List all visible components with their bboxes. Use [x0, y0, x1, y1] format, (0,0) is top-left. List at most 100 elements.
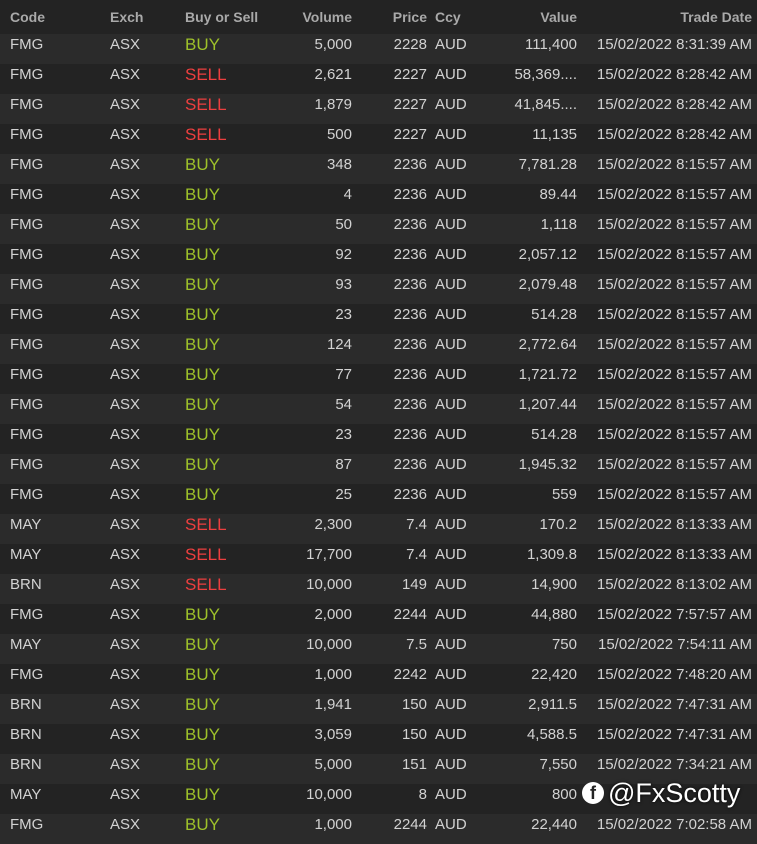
cell-side: BUY	[185, 815, 220, 834]
cell-trade-date: 15/02/2022 7:57:57 AM	[596, 606, 752, 623]
cell-volume: 93	[335, 276, 352, 293]
cell-value: 170.2	[539, 516, 577, 533]
cell-ccy: AUD	[435, 576, 467, 593]
cell-price: 2236	[393, 336, 427, 353]
cell-code: FMG	[10, 366, 44, 383]
cell-volume: 10,000	[306, 576, 352, 593]
cell-exch: ASX	[110, 396, 141, 413]
trades-grid: Code Exch Buy or Sell Volume Price Ccy V…	[0, 0, 757, 844]
cell-trade-date: 15/02/2022 8:15:57 AM	[596, 276, 752, 293]
cell-side: BUY	[185, 485, 220, 504]
cell-code: FMG	[10, 36, 44, 53]
cell-side: SELL	[185, 95, 227, 114]
cell-ccy: AUD	[435, 96, 467, 113]
cell-value: 2,057.12	[518, 246, 577, 263]
cell-value: 22,420	[531, 666, 577, 683]
col-header-ccy[interactable]: Ccy	[435, 0, 461, 34]
cell-code: MAY	[10, 546, 42, 563]
col-header-volume[interactable]: Volume	[302, 0, 352, 34]
cell-code: FMG	[10, 306, 44, 323]
cell-exch: ASX	[110, 546, 141, 563]
cell-side: SELL	[185, 545, 227, 564]
cell-price: 2236	[393, 246, 427, 263]
cell-side: BUY	[185, 155, 220, 174]
cell-exch: ASX	[110, 456, 141, 473]
cell-price: 2236	[393, 276, 427, 293]
cell-trade-date: 15/02/2022 8:15:57 AM	[596, 396, 752, 413]
cell-ccy: AUD	[435, 156, 467, 173]
cell-ccy: AUD	[435, 66, 467, 83]
cell-side: BUY	[185, 425, 220, 444]
cell-exch: ASX	[110, 156, 141, 173]
cell-price: 2228	[393, 36, 427, 53]
col-header-side[interactable]: Buy or Sell	[185, 0, 258, 34]
cell-volume: 3,059	[314, 726, 352, 743]
cell-price: 150	[401, 696, 427, 713]
cell-volume: 10,000	[306, 786, 352, 803]
cell-code: FMG	[10, 336, 44, 353]
cell-value: 11,135	[532, 126, 577, 143]
cell-ccy: AUD	[435, 36, 467, 53]
cell-volume: 25	[335, 486, 352, 503]
cell-exch: ASX	[110, 246, 141, 263]
cell-volume: 4	[343, 186, 352, 203]
cell-value: 4,588.5	[526, 726, 577, 743]
cell-ccy: AUD	[435, 186, 467, 203]
cell-price: 2236	[393, 306, 427, 323]
cell-side: BUY	[185, 635, 220, 654]
cell-value: 559	[551, 486, 577, 503]
col-header-code[interactable]: Code	[10, 0, 45, 34]
cell-trade-date: 15/02/2022 8:28:42 AM	[596, 66, 752, 83]
cell-volume: 50	[335, 216, 352, 233]
cell-trade-date: 15/02/2022 8:31:39 AM	[596, 36, 752, 53]
cell-ccy: AUD	[435, 336, 467, 353]
cell-side: SELL	[185, 65, 227, 84]
cell-value: 2,911.5	[528, 696, 577, 713]
col-header-value[interactable]: Value	[540, 0, 577, 34]
cell-trade-date: 15/02/2022 8:28:42 AM	[596, 126, 752, 143]
cell-value: 750	[551, 636, 577, 653]
cell-exch: ASX	[110, 306, 141, 323]
cell-value: 89.44	[539, 186, 577, 203]
cell-ccy: AUD	[435, 126, 467, 143]
cell-exch: ASX	[110, 96, 141, 113]
cell-volume: 2,300	[314, 516, 352, 533]
cell-trade-date: 15/02/2022 8:13:33 AM	[596, 546, 752, 563]
cell-code: FMG	[10, 66, 44, 83]
table-row[interactable]: FMG ASX BUY 1,000 2244 AUD 22,440 15/02/2022 7:…	[0, 814, 757, 844]
cell-code: FMG	[10, 186, 44, 203]
cell-exch: ASX	[110, 426, 141, 443]
cell-code: FMG	[10, 486, 44, 503]
cell-price: 2236	[393, 186, 427, 203]
cell-volume: 10,000	[306, 636, 352, 653]
col-header-price[interactable]: Price	[393, 0, 427, 34]
cell-ccy: AUD	[435, 246, 467, 263]
cell-side: BUY	[185, 455, 220, 474]
cell-value: 514.28	[531, 426, 577, 443]
cell-side: BUY	[185, 215, 220, 234]
cell-price: 2227	[393, 66, 427, 83]
cell-trade-date: 15/02/2022 8:15:57 AM	[596, 366, 752, 383]
watermark: f @FxScotty	[582, 776, 740, 810]
cell-exch: ASX	[110, 336, 141, 353]
cell-exch: ASX	[110, 66, 141, 83]
cell-ccy: AUD	[435, 486, 467, 503]
cell-value: 44,880	[531, 606, 577, 623]
cell-ccy: AUD	[435, 786, 467, 803]
cell-volume: 1,941	[314, 696, 352, 713]
cell-value: 2,079.48	[518, 276, 577, 293]
cell-volume: 5,000	[314, 36, 352, 53]
cell-code: FMG	[10, 426, 44, 443]
cell-trade-date: 15/02/2022 7:47:31 AM	[596, 696, 752, 713]
cell-value: 58,369....	[514, 66, 577, 83]
cell-trade-date: 15/02/2022 8:15:57 AM	[596, 336, 752, 353]
cell-code: FMG	[10, 96, 44, 113]
col-header-exch[interactable]: Exch	[110, 0, 143, 34]
cell-ccy: AUD	[435, 276, 467, 293]
cell-trade-date: 15/02/2022 8:15:57 AM	[596, 246, 752, 263]
cell-value: 111,400	[525, 36, 577, 53]
col-header-trade-date[interactable]: Trade Date	[680, 0, 752, 34]
cell-code: MAY	[10, 786, 42, 803]
cell-price: 8	[418, 786, 427, 803]
cell-ccy: AUD	[435, 756, 467, 773]
